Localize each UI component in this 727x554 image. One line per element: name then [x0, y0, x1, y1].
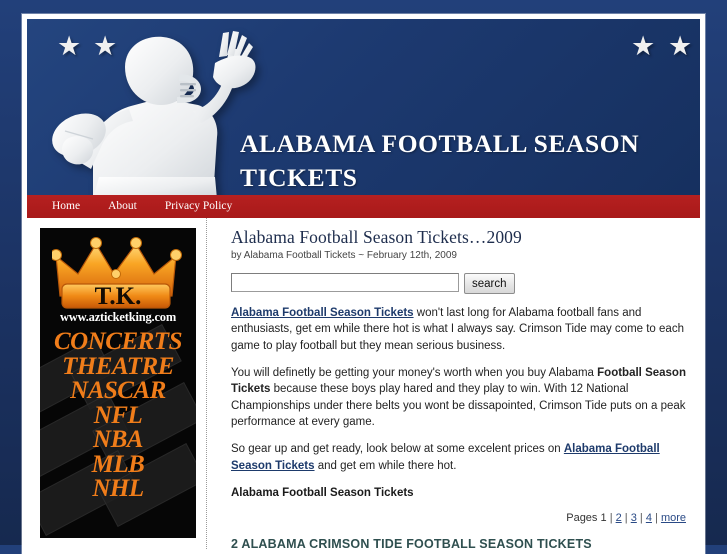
ad-url-text: www.azticketking.com	[59, 310, 177, 324]
main-content: Alabama Football Season Tickets…2009 by …	[208, 218, 700, 549]
pagination-separator: |	[655, 512, 658, 525]
result-heading-link[interactable]: 2 ALABAMA CRIMSON TIDE FOOTBALL SEASON T…	[231, 537, 592, 549]
pagination-label: Pages	[566, 512, 598, 525]
ad-category-item: NASCAR	[70, 377, 166, 404]
pagination-separator: |	[609, 512, 613, 525]
svg-text:T.K.: T.K.	[95, 283, 142, 310]
paragraph-3: So gear up and get ready, look below at …	[231, 441, 686, 474]
pagination-link-more[interactable]: more	[661, 512, 686, 524]
pagination-link-3[interactable]: 3	[631, 512, 637, 524]
search-input[interactable]	[231, 273, 459, 293]
nav-link-about[interactable]: About	[94, 195, 151, 218]
nav-item-privacy-policy[interactable]: Privacy Policy	[151, 195, 246, 218]
paragraph-2: You will definetly be getting your money…	[231, 365, 686, 430]
sidebar: T.K. www.azticketking.com CONCERTS THEAT…	[27, 218, 207, 549]
sidebar-ad-banner[interactable]: T.K. www.azticketking.com CONCERTS THEAT…	[40, 228, 196, 538]
ad-category-item: CONCERTS	[54, 328, 182, 355]
site-title[interactable]: Alabama Football Season Tickets	[240, 127, 680, 194]
inline-link-season-tickets[interactable]: Alabama Football Season Tickets	[231, 307, 414, 319]
post-meta: by Alabama Football Tickets ~ February 1…	[231, 250, 457, 262]
ad-category-list: CONCERTS THEATRE NASCAR NFL NBA MLB NHL	[40, 328, 196, 502]
ad-category-item: NHL	[92, 475, 144, 502]
ad-category-item: NFL	[93, 401, 143, 429]
pagination-link-4[interactable]: 4	[646, 512, 652, 524]
post-title: Alabama Football Season Tickets…2009	[231, 227, 522, 247]
crown-icon: T.K.	[50, 234, 184, 312]
nav-link-home[interactable]: Home	[38, 195, 94, 218]
nav-item-home[interactable]: Home	[38, 195, 94, 218]
nav-link-privacy-policy[interactable]: Privacy Policy	[151, 195, 246, 218]
ad-category-item: THEATRE	[62, 352, 174, 380]
pagination-separator: |	[624, 512, 628, 525]
site-header: ★ ★ ★ ★ Alabama Football Season Tickets	[27, 19, 700, 195]
main-navigation: Home About Privacy Policy	[27, 195, 700, 218]
pagination-current: 1	[600, 512, 607, 525]
search-button[interactable]: search	[464, 273, 515, 295]
page-content-area: T.K. www.azticketking.com CONCERTS THEAT…	[27, 218, 700, 549]
paragraph-2-part2: because these boys play hared and they p…	[231, 383, 686, 429]
page-frame: ★ ★ ★ ★ Alabama Football Season Tickets …	[22, 14, 705, 554]
pagination: Pages 1 | 2 | 3 | 4 | more	[231, 512, 686, 524]
nav-item-about[interactable]: About	[94, 195, 151, 218]
paragraph-1: Alabama Football Season Tickets won't la…	[231, 305, 686, 354]
pagination-separator: |	[639, 512, 643, 525]
paragraph-3-part2: and get em while there hot.	[314, 459, 457, 472]
ad-category-item: NBA	[93, 426, 143, 453]
search-form: search	[231, 273, 686, 295]
paragraph-3-part1: So gear up and get ready, look below at …	[231, 443, 564, 456]
paragraph-2-part1: You will definetly be getting your money…	[231, 367, 598, 380]
ad-category-item: MLB	[91, 450, 145, 478]
pagination-link-2[interactable]: 2	[616, 512, 622, 524]
page-body: ★ ★ ★ ★ Alabama Football Season Tickets …	[27, 19, 700, 549]
sub-heading: Alabama Football Season Tickets	[231, 487, 414, 500]
